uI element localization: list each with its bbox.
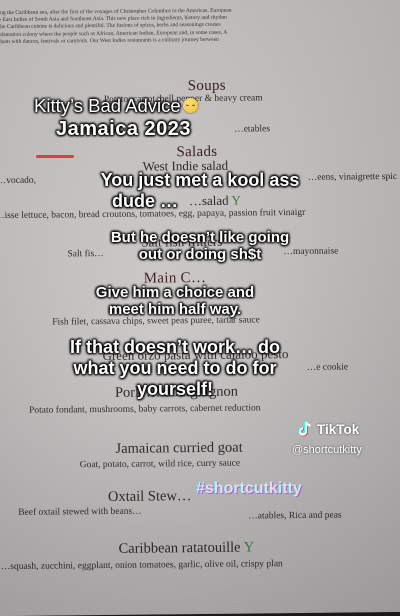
tiktok-brand: TikTok — [296, 420, 362, 438]
main-5-name: Oxtail Stew… — [107, 488, 192, 505]
caption-line-2: But he doesn’t like going out or doing s… — [0, 229, 400, 263]
main-6-desc: …squash, zucchini, eggplant, onion tomat… — [0, 559, 283, 573]
caption-4c: yourself! — [136, 379, 214, 399]
video-title: Kitty’s Bad Advice — [34, 95, 198, 117]
smiling-face-emoji-icon — [182, 98, 198, 113]
main-5-desc-right: …atables, Rica and peas — [248, 510, 342, 522]
main-6-name-text: Caribbean ratatouille — [118, 539, 241, 557]
caption-3a: Give him a choice and — [95, 284, 255, 301]
main-5-desc-left: Beef oxtail stewed with beans… — [18, 506, 142, 518]
tiktok-handle: @shortcutkitty — [292, 444, 362, 456]
tiktok-brand-text: TikTok — [317, 421, 360, 437]
menu-intro-text: …ing the Caribbean sea, after the first … — [0, 6, 400, 46]
main-4-name: Jamaican curried goat — [115, 439, 243, 457]
caption-4a: If that doesn’t work… do — [70, 337, 280, 357]
soup-description-2: …etables — [234, 124, 271, 135]
video-subtitle-year: Jamaica 2023 — [56, 118, 192, 140]
caption-line-3: Give him a choice and meet him half way. — [0, 284, 350, 318]
hashtag-sticker: #shortcutkitty — [196, 480, 302, 497]
caption-2a: But he doesn’t like going — [110, 229, 290, 246]
main-3-desc: Potato fondant, mushrooms, baby carrots,… — [29, 403, 261, 416]
main-6-name: Caribbean ratatouille Y — [118, 539, 254, 557]
soups-heading: Soups — [187, 77, 226, 95]
vegetarian-mark-icon: Y — [243, 539, 255, 556]
caption-4b: what you need to do for — [73, 358, 277, 378]
tiktok-watermark: TikTok @shortcutkitty — [292, 420, 362, 456]
red-accent-dash — [36, 155, 74, 158]
caption-line-4: If that doesn’t work… do what you need t… — [0, 337, 350, 400]
caption-1a: You just met a kool ass — [100, 170, 300, 190]
caption-1b: dude … — [112, 191, 178, 211]
caption-2b: out or doing sh$t — [138, 246, 262, 263]
video-title-text: Kitty’s Bad Advice — [34, 95, 181, 116]
caption-line-1: You just met a kool ass dude … — [0, 170, 400, 212]
tiktok-logo-icon — [296, 420, 314, 438]
main-4-desc: Goat, potato, carrot, wild rice, curry s… — [79, 458, 241, 471]
caption-3b: meet him half way. — [108, 301, 242, 318]
